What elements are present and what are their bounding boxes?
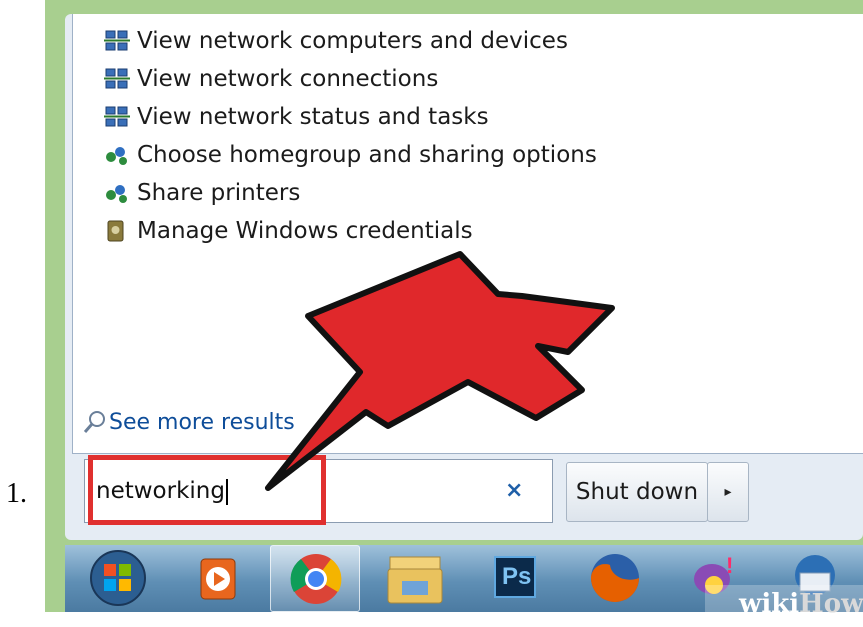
start-button[interactable] [73, 545, 163, 612]
taskbar-photoshop[interactable]: Ps [470, 545, 560, 612]
taskbar-media-player[interactable] [173, 545, 263, 612]
file-explorer-icon [387, 556, 443, 604]
red-pointer-arrow [265, 251, 615, 491]
svg-text:!: ! [726, 553, 733, 578]
taskbar-firefox[interactable] [570, 545, 660, 612]
media-player-icon [200, 558, 236, 600]
chrome-icon [290, 554, 342, 604]
wikihow-watermark: wikiHow [705, 585, 863, 627]
firefox-icon [591, 554, 639, 602]
taskbar-file-explorer[interactable] [370, 545, 460, 612]
taskbar-chrome[interactable] [270, 545, 360, 612]
start-orb-icon [90, 550, 146, 606]
